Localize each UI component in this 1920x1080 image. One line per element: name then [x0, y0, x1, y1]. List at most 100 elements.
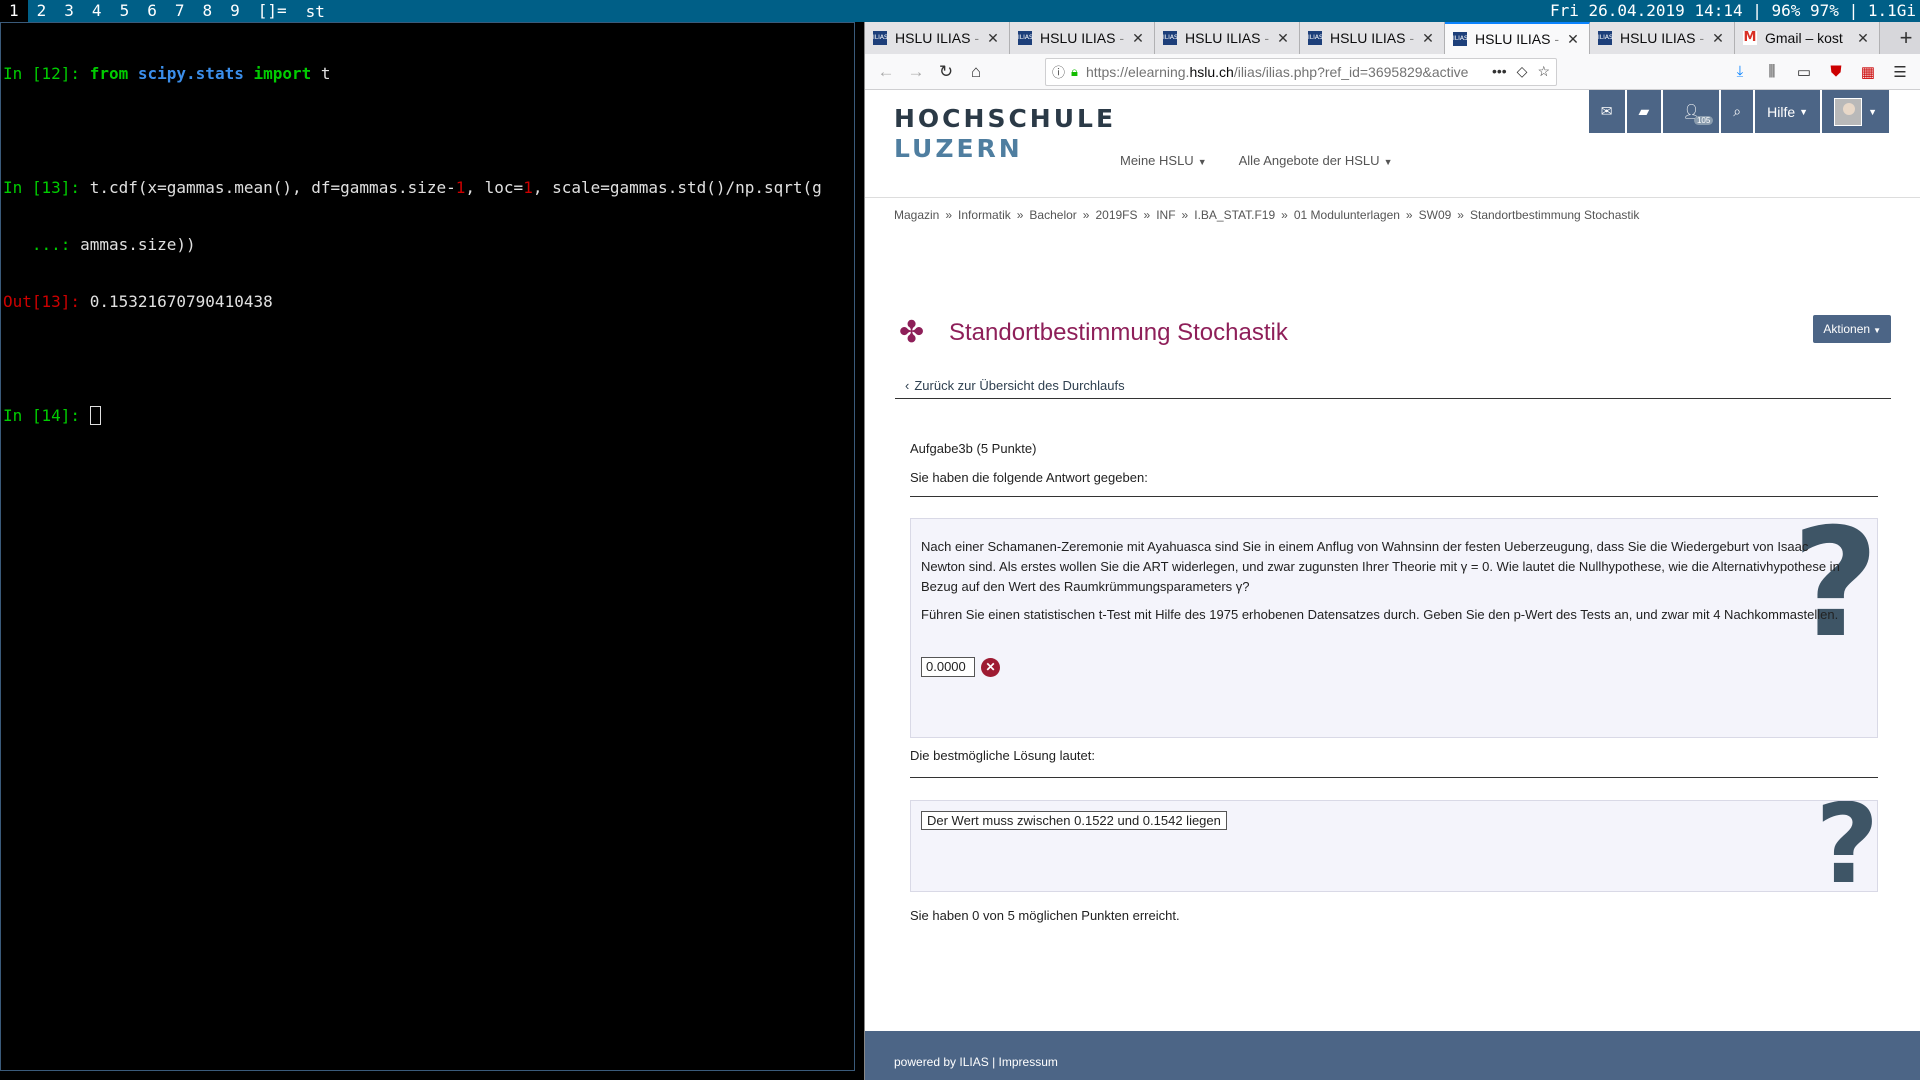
back-button[interactable]: ←: [871, 58, 901, 86]
caret-down-icon: ▼: [1868, 106, 1877, 117]
workspace-9[interactable]: 9: [221, 0, 249, 22]
terminal-window[interactable]: In [12]: from scipy.stats import t In [1…: [0, 22, 855, 1071]
output-prompt: Out[13]:: [3, 292, 90, 311]
gmail-favicon-icon: M: [1743, 30, 1757, 45]
contacts-button[interactable]: 👤︎ 105: [1663, 90, 1720, 133]
info-icon[interactable]: ⓘ: [1052, 62, 1065, 81]
workspace-8[interactable]: 8: [193, 0, 221, 22]
workspace-7[interactable]: 7: [166, 0, 194, 22]
tab-close-icon[interactable]: ✕: [1710, 30, 1726, 47]
user-menu-button[interactable]: ▼: [1822, 90, 1889, 133]
breadcrumb-item[interactable]: Bachelor: [1029, 208, 1076, 222]
url-text[interactable]: https://elearning.hslu.ch/ilias/ilias.ph…: [1086, 64, 1484, 80]
mail-button[interactable]: ✉: [1588, 90, 1625, 133]
terminal-cursor[interactable]: [89, 406, 101, 425]
code-keyword: import: [243, 64, 321, 83]
breadcrumb-item[interactable]: SW09: [1419, 208, 1452, 222]
pocket-icon[interactable]: ◇: [1517, 63, 1528, 80]
download-icon[interactable]: ⤓: [1726, 58, 1754, 86]
reload-icon: ↻: [938, 61, 954, 81]
tab-title: HSLU ILIAS -: [1185, 30, 1270, 46]
firefox-window: ILIAS HSLU ILIAS - ✕ ILIAS HSLU ILIAS - ✕ IL…: [864, 22, 1920, 1080]
divider: [895, 398, 1891, 399]
output-value: 0.15321670790410438: [89, 292, 273, 311]
arrow-left-icon: ←: [877, 61, 895, 81]
chat-button[interactable]: ▰: [1626, 90, 1662, 133]
cookie-extension-icon[interactable]: ▦: [1854, 58, 1882, 86]
code-number: 1: [455, 178, 466, 197]
workspace-1[interactable]: 1: [0, 0, 28, 22]
terminal-line: In [12]: from scipy.stats import t: [3, 64, 852, 83]
layout-indicator[interactable]: []=: [249, 0, 296, 22]
caret-down-icon: ▼: [1799, 106, 1809, 117]
browser-tab-active[interactable]: ILIAS HSLU ILIAS - ✕: [1445, 22, 1590, 54]
ublock-icon[interactable]: ⛊: [1822, 58, 1850, 86]
notification-badge: 105: [1693, 116, 1714, 125]
workspace-6[interactable]: 6: [138, 0, 166, 22]
tab-close-icon[interactable]: ✕: [1565, 31, 1581, 48]
footer-powered-link[interactable]: powered by ILIAS: [894, 1055, 989, 1069]
terminal-line: In [13]: t.cdf(x=gammas.mean(), df=gamma…: [3, 178, 852, 197]
web-page: HOCHSCHULE LUZERN Meine HSLU ▼ Alle Angeb…: [865, 90, 1920, 1080]
workspace-list: 1 2 3 4 5 6 7 8 9 []=: [0, 0, 296, 22]
forward-button[interactable]: →: [901, 58, 931, 86]
breadcrumb-item[interactable]: Magazin: [894, 208, 939, 222]
workspace-5[interactable]: 5: [111, 0, 139, 22]
help-button[interactable]: Hilfe ▼: [1755, 90, 1821, 133]
browser-tab[interactable]: ILIAS HSLU ILIAS - ✕: [1590, 22, 1735, 54]
back-to-overview-link[interactable]: ‹ Zurück zur Übersicht des Durchlaufs: [905, 378, 1125, 393]
page-actions-icon[interactable]: •••: [1492, 63, 1507, 80]
tab-close-icon[interactable]: ✕: [1130, 30, 1146, 47]
tab-close-icon[interactable]: ✕: [1275, 30, 1291, 47]
tab-close-icon[interactable]: ✕: [1855, 30, 1871, 47]
browser-tab[interactable]: ILIAS HSLU ILIAS - ✕: [1010, 22, 1155, 54]
terminal-line: Out[13]: 0.15321670790410438: [3, 292, 852, 311]
menu-meine-hslu[interactable]: Meine HSLU ▼: [1120, 153, 1207, 168]
new-tab-button[interactable]: +: [1892, 22, 1920, 54]
question-text: Nach einer Schamanen-Zeremonie mit Ayahu…: [921, 539, 1840, 594]
browser-tab[interactable]: ILIAS HSLU ILIAS - ✕: [1155, 22, 1300, 54]
library-icon[interactable]: ⫼: [1758, 58, 1786, 86]
url-bar[interactable]: ⓘ 🔒︎ https://elearning.hslu.ch/ilias/ili…: [1045, 57, 1557, 86]
solution-value: Der Wert muss zwischen 0.1522 und 0.1542…: [921, 811, 1227, 830]
tab-title: HSLU ILIAS -: [1475, 31, 1560, 47]
footer-impressum-link[interactable]: Impressum: [999, 1055, 1058, 1069]
breadcrumb-item[interactable]: I.BA_STAT.F19: [1194, 208, 1275, 222]
browser-tab[interactable]: M Gmail – kost ✕: [1735, 22, 1880, 54]
breadcrumb-item[interactable]: Standortbestimmung Stochastik: [1470, 208, 1639, 222]
answer-field[interactable]: 0.0000: [921, 657, 975, 677]
workspace-3[interactable]: 3: [55, 0, 83, 22]
tab-close-icon[interactable]: ✕: [985, 30, 1001, 47]
menu-icon[interactable]: ☰: [1886, 58, 1914, 86]
browser-tab[interactable]: ILIAS HSLU ILIAS - ✕: [1300, 22, 1445, 54]
breadcrumb-item[interactable]: Informatik: [958, 208, 1011, 222]
workspace-4[interactable]: 4: [83, 0, 111, 22]
breadcrumb-item[interactable]: 01 Modulunterlagen: [1294, 208, 1400, 222]
continuation-prompt: ...:: [3, 235, 81, 254]
caret-down-icon: ▼: [1197, 157, 1207, 167]
browser-tab[interactable]: ILIAS HSLU ILIAS - ✕: [865, 22, 1010, 54]
home-button[interactable]: ⌂: [961, 58, 991, 86]
menu-alle-angebote[interactable]: Alle Angebote der HSLU ▼: [1239, 153, 1393, 168]
input-prompt: In [14]:: [3, 406, 90, 425]
code-text: t: [320, 64, 331, 83]
ilias-favicon-icon: ILIAS: [1453, 32, 1468, 46]
tab-close-icon[interactable]: ✕: [1420, 30, 1436, 47]
search-button[interactable]: ⌕: [1721, 90, 1754, 133]
sidebar-icon[interactable]: ▭: [1790, 58, 1818, 86]
solution-box: ? Der Wert muss zwischen 0.1522 und 0.15…: [910, 800, 1878, 892]
question-text: Führen Sie einen statistischen t-Test mi…: [921, 607, 1839, 622]
question-mark-icon: ?: [1815, 800, 1878, 892]
actions-button[interactable]: Aktionen ▼: [1813, 315, 1891, 343]
tab-title: HSLU ILIAS -: [895, 30, 980, 46]
lock-icon[interactable]: 🔒︎: [1071, 64, 1078, 80]
reload-button[interactable]: ↻: [931, 58, 961, 86]
points-result: Sie haben 0 von 5 möglichen Punkten erre…: [910, 908, 1180, 923]
workspace-2[interactable]: 2: [28, 0, 56, 22]
hslu-logo[interactable]: HOCHSCHULE LUZERN: [894, 104, 1116, 164]
bookmark-star-icon[interactable]: ☆: [1537, 63, 1550, 80]
breadcrumb-item[interactable]: 2019FS: [1095, 208, 1137, 222]
breadcrumb-item[interactable]: INF: [1156, 208, 1175, 222]
